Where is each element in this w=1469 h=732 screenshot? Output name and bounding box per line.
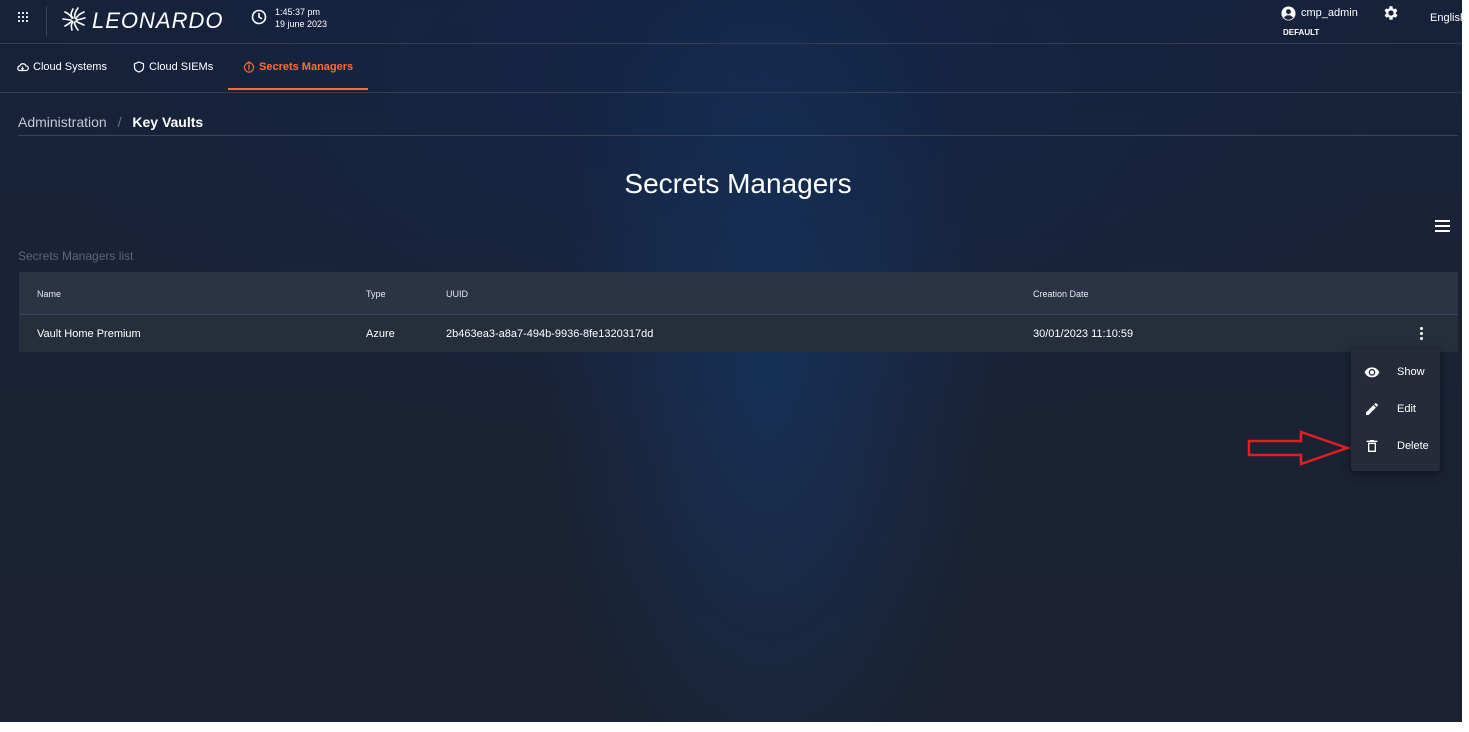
breadcrumb: Administration / Key Vaults xyxy=(18,114,203,130)
logo-text: LEONARDO xyxy=(92,8,224,33)
table-header: Name Type UUID Creation Date xyxy=(19,272,1458,315)
divider xyxy=(46,6,47,36)
tab-label: Cloud Systems xyxy=(33,61,107,73)
secret-icon xyxy=(243,61,255,73)
menu-item-label: Edit xyxy=(1397,403,1416,415)
username[interactable]: cmp_admin xyxy=(1301,7,1358,19)
cell-type: Azure xyxy=(366,328,395,340)
column-header-creation-date[interactable]: Creation Date xyxy=(1033,289,1089,299)
cell-creation-date: 30/01/2023 11:10:59 xyxy=(1033,328,1134,340)
tab-label: Cloud SIEMs xyxy=(149,61,214,73)
eye-icon xyxy=(1364,367,1380,378)
menu-item-label: Show xyxy=(1397,366,1425,378)
menu-item-edit[interactable]: Edit xyxy=(1351,391,1440,427)
clock-icon xyxy=(251,9,267,25)
breadcrumb-separator: / xyxy=(117,114,122,130)
nav-tabs: Cloud Systems Cloud SIEMs Secrets Manage… xyxy=(0,44,1462,93)
secrets-managers-table: Name Type UUID Creation Date Vault Home … xyxy=(19,272,1458,352)
clock-time: 1:45:37 pm xyxy=(275,7,321,17)
annotation-arrow-icon xyxy=(1247,430,1351,466)
language-selector[interactable]: English xyxy=(1430,12,1462,24)
table-row[interactable]: Vault Home Premium Azure 2b463ea3-a8a7-4… xyxy=(19,315,1458,352)
cell-uuid: 2b463ea3-a8a7-494b-9936-8fe1320317dd xyxy=(446,328,654,340)
app-window: LEONARDO 1:45:37 pm 19 june 2023 cmp_adm… xyxy=(0,0,1462,722)
pencil-icon xyxy=(1366,402,1378,415)
menu-item-show[interactable]: Show xyxy=(1351,354,1440,390)
tab-cloud-systems[interactable]: Cloud Systems xyxy=(16,44,107,90)
cloud-icon xyxy=(17,63,29,72)
column-header-type[interactable]: Type xyxy=(366,289,386,299)
menu-item-delete[interactable]: Delete xyxy=(1351,428,1440,464)
breadcrumb-administration[interactable]: Administration xyxy=(18,114,107,130)
hamburger-menu-icon[interactable] xyxy=(1435,220,1450,232)
list-label: Secrets Managers list xyxy=(18,249,134,263)
shield-icon xyxy=(133,61,145,73)
tab-cloud-siems[interactable]: Cloud SIEMs xyxy=(133,44,213,90)
trash-icon xyxy=(1366,440,1378,452)
column-header-name[interactable]: Name xyxy=(37,289,61,299)
tab-secrets-managers[interactable]: Secrets Managers xyxy=(228,44,369,90)
clock-date: 19 june 2023 xyxy=(275,19,328,29)
top-bar: LEONARDO 1:45:37 pm 19 june 2023 cmp_adm… xyxy=(0,0,1462,44)
leonardo-logo-icon xyxy=(62,7,86,31)
row-context-menu: Show Edit Delete xyxy=(1351,349,1440,471)
cell-name: Vault Home Premium xyxy=(37,328,141,340)
user-account-icon[interactable] xyxy=(1281,6,1296,21)
page-title: Secrets Managers xyxy=(624,168,852,199)
breadcrumb-current: Key Vaults xyxy=(132,114,204,130)
row-actions-kebab-icon[interactable] xyxy=(1420,327,1424,341)
apps-grid-icon[interactable] xyxy=(18,12,28,22)
breadcrumb-divider xyxy=(18,135,1458,136)
menu-item-label: Delete xyxy=(1397,440,1429,452)
user-role: DEFAULT xyxy=(1283,28,1320,37)
tab-label: Secrets Managers xyxy=(259,61,354,73)
column-header-uuid[interactable]: UUID xyxy=(446,289,468,299)
gear-icon[interactable] xyxy=(1382,4,1400,22)
